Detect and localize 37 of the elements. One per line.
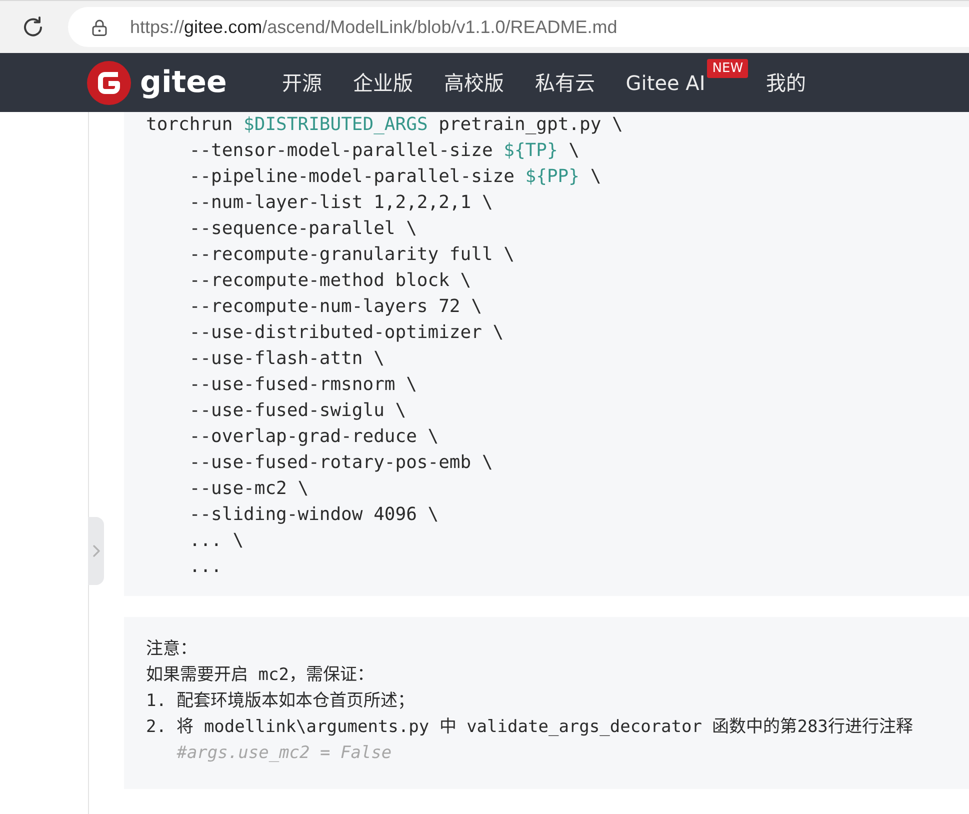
nav-link[interactable]: 开源 bbox=[282, 71, 322, 95]
address-field[interactable]: https://gitee.com/ascend/ModelLink/blob/v1.1.0/README.md bbox=[68, 7, 969, 47]
code-line: --use-distributed-optimizer \ bbox=[189, 321, 504, 345]
note-text: 1. 配套环境版本如本仓首页所述； bbox=[146, 690, 415, 713]
chevron-icon bbox=[92, 545, 100, 557]
code-line: --use-fused-swiglu \ bbox=[189, 399, 406, 423]
note-text: 2. 将 modellink\arguments.py 中 validate_args_decorator 函数中的第283行进行注释 bbox=[146, 716, 913, 739]
code-comment: #args.use_mc2 = False bbox=[176, 742, 392, 765]
sidebar-toggle[interactable] bbox=[88, 517, 104, 585]
code-line: --pipeline-model-parallel-size ${PP} \ bbox=[189, 165, 602, 189]
note-text: 注意： bbox=[146, 638, 197, 661]
note-text: 如果需要开启 mc2，需保证： bbox=[146, 664, 374, 687]
nav-link[interactable]: 私有云 bbox=[534, 71, 595, 95]
code-line: --sequence-parallel \ bbox=[189, 217, 417, 241]
lock-icon bbox=[92, 18, 107, 36]
code-line: --tensor-model-parallel-size ${TP} \ bbox=[189, 139, 580, 163]
nav-link[interactable]: Gitee AI NEW bbox=[626, 59, 748, 95]
code-line: --recompute-granularity full \ bbox=[189, 243, 514, 267]
code-line: --num-layer-list 1,2,2,2,1 \ bbox=[189, 191, 493, 215]
nav-link[interactable]: 企业版 bbox=[352, 71, 413, 95]
nav-link[interactable]: 我的 bbox=[766, 71, 806, 95]
code-line: ... bbox=[189, 555, 222, 579]
logo-wordmark[interactable]: gitee bbox=[140, 64, 227, 100]
code-line: --use-fused-rotary-pos-emb \ bbox=[189, 451, 493, 475]
new-badge: NEW bbox=[707, 59, 748, 78]
code-line: --sliding-window 4096 \ bbox=[189, 503, 439, 527]
reload-icon[interactable] bbox=[21, 15, 45, 39]
code-line: --use-mc2 \ bbox=[189, 477, 309, 501]
code-line: --recompute-num-layers 72 \ bbox=[189, 295, 482, 319]
code-line: ... \ bbox=[189, 529, 244, 553]
nav-link[interactable]: 高校版 bbox=[444, 71, 504, 95]
code-line: --use-flash-attn \ bbox=[189, 347, 384, 371]
code-line: --overlap-grad-reduce \ bbox=[189, 425, 439, 449]
code-line: torchrun $DISTRIBUTED_ARGS pretrain_gpt.py \ bbox=[146, 113, 623, 137]
logo-icon[interactable] bbox=[87, 60, 131, 104]
code-line: --recompute-method block \ bbox=[189, 269, 472, 293]
code-line: --use-fused-rmsnorm \ bbox=[189, 373, 417, 397]
